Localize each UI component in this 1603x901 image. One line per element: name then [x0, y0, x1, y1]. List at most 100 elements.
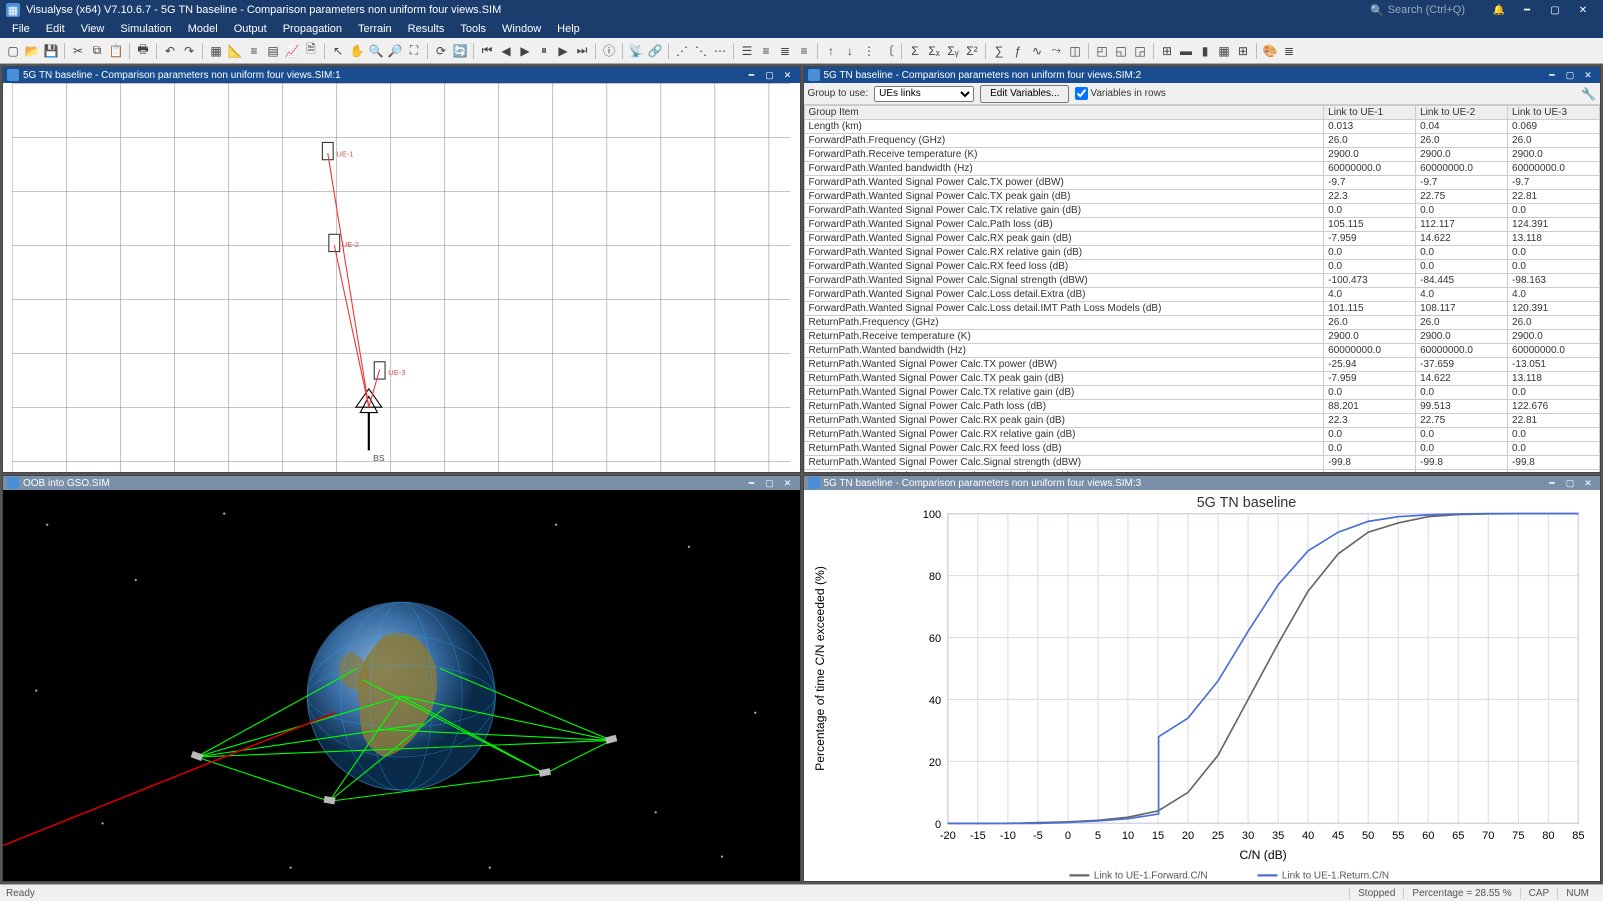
table-row[interactable]: ReturnPath.Wanted Signal Power Calc.RX f… — [804, 442, 1600, 456]
toolbar-palette-icon[interactable]: 🎨 — [1261, 42, 1279, 60]
toolbar-redo-icon[interactable]: ↷ — [180, 42, 198, 60]
edit-variables-button[interactable]: Edit Variables... — [980, 85, 1069, 103]
toolbar-paste-icon[interactable]: 📋 — [107, 42, 125, 60]
menu-terrain[interactable]: Terrain — [350, 23, 400, 35]
maximize-button[interactable]: ▢ — [1541, 0, 1569, 20]
toolbar-rotate-icon[interactable]: ⟳ — [432, 42, 450, 60]
globe-canvas[interactable] — [3, 490, 800, 882]
pane-close[interactable]: ✕ — [1580, 476, 1596, 490]
table-row[interactable]: ReturnPath.Wanted Signal Power Calc.TX r… — [804, 386, 1600, 400]
menu-output[interactable]: Output — [226, 23, 275, 35]
toolbar-cursor-icon[interactable]: ↖ — [329, 42, 347, 60]
toolbar-func-icon[interactable]: ƒ — [1009, 42, 1027, 60]
toolbar-copy-icon[interactable]: ⧉ — [88, 42, 106, 60]
toolbar-play-icon[interactable]: ▶ — [516, 42, 534, 60]
toolbar-grid4-icon[interactable]: ⊞ — [1234, 42, 1252, 60]
toolbar-antenna-icon[interactable]: 📡 — [627, 42, 645, 60]
vars-in-rows-input[interactable] — [1075, 87, 1088, 100]
table-row[interactable]: ForwardPath.Wanted Signal Power Calc.RX … — [804, 232, 1600, 246]
menu-simulation[interactable]: Simulation — [112, 23, 179, 35]
toolbar-grid-icon[interactable]: ▦ — [207, 42, 225, 60]
toolbar-win2-icon[interactable]: ◱ — [1112, 42, 1130, 60]
table-row[interactable]: ForwardPath.Frequency (GHz)26.026.026.0 — [804, 134, 1600, 148]
toolbar-tile-v-icon[interactable]: ▮ — [1196, 42, 1214, 60]
toolbar-hand-icon[interactable]: ✋ — [348, 42, 366, 60]
table-row[interactable]: ForwardPath.Wanted Signal Power Calc.TX … — [804, 176, 1600, 190]
table-header[interactable]: Link to UE-1 — [1324, 106, 1416, 120]
toolbar-list2-icon[interactable]: ☰ — [738, 42, 756, 60]
menu-propagation[interactable]: Propagation — [275, 23, 350, 35]
toolbar-sigma-x-icon[interactable]: Σₓ — [925, 42, 943, 60]
grid-canvas[interactable]: BS UE-3 UE-2 UE-1 — [3, 83, 800, 472]
menu-help[interactable]: Help — [549, 23, 588, 35]
toolbar-pause-icon[interactable]: ⏸ — [535, 42, 553, 60]
wrench-icon[interactable]: 🔧 — [1581, 87, 1596, 101]
table-header[interactable]: Link to UE-2 — [1416, 106, 1508, 120]
toolbar-cut-icon[interactable]: ✂ — [69, 42, 87, 60]
toolbar-step-back-icon[interactable]: ◀ — [497, 42, 515, 60]
toolbar-step-fwd-icon[interactable]: ▶ — [554, 42, 572, 60]
pane-close[interactable]: ✕ — [780, 476, 796, 490]
toolbar-mesh3-icon[interactable]: ⋯ — [711, 42, 729, 60]
toolbar-sigma-xy-icon[interactable]: Σ² — [963, 42, 981, 60]
toolbar-bracket-icon[interactable]: 〔 — [879, 42, 897, 60]
table-row[interactable]: ReturnPath.Receive temperature (K)2900.0… — [804, 330, 1600, 344]
table-row[interactable]: ReturnPath.Wanted Signal Power Calc.Sign… — [804, 456, 1600, 470]
pane-maximize[interactable]: ▢ — [762, 68, 778, 82]
table-row[interactable]: ForwardPath.Wanted Signal Power Calc.Los… — [804, 288, 1600, 302]
group-select[interactable]: UEs links — [874, 86, 974, 102]
table-row[interactable]: ForwardPath.Wanted Signal Power Calc.Los… — [804, 302, 1600, 316]
data-table[interactable]: Group ItemLink to UE-1Link to UE-2Link t… — [804, 105, 1601, 472]
toolbar-align-r-icon[interactable]: ≡ — [795, 42, 813, 60]
table-row[interactable]: ForwardPath.Wanted Signal Power Calc.TX … — [804, 190, 1600, 204]
table-row[interactable]: ReturnPath.Wanted Signal Power Calc.Loss… — [804, 470, 1600, 473]
menu-view[interactable]: View — [73, 23, 113, 35]
table-row[interactable]: ReturnPath.Wanted bandwidth (Hz)60000000… — [804, 344, 1600, 358]
table-row[interactable]: ReturnPath.Wanted Signal Power Calc.Path… — [804, 400, 1600, 414]
toolbar-doc-icon[interactable]: 🗎 — [302, 42, 320, 60]
toolbar-win3-icon[interactable]: ◲ — [1131, 42, 1149, 60]
table-row[interactable]: ForwardPath.Wanted bandwidth (Hz)6000000… — [804, 162, 1600, 176]
toolbar-mesh1-icon[interactable]: ⋰ — [673, 42, 691, 60]
table-row[interactable]: ForwardPath.Wanted Signal Power Calc.TX … — [804, 204, 1600, 218]
table-header[interactable]: Group Item — [804, 106, 1324, 120]
table-row[interactable]: ForwardPath.Wanted Signal Power Calc.Pat… — [804, 218, 1600, 232]
toolbar-info-icon[interactable]: ⓘ — [600, 42, 618, 60]
pane-maximize[interactable]: ▢ — [762, 476, 778, 490]
chart-canvas[interactable]: 5G TN baseline-20-15-10-5051015202530354… — [804, 490, 1601, 882]
notify-icon[interactable]: 🔔 — [1485, 0, 1513, 20]
table-row[interactable]: ReturnPath.Wanted Signal Power Calc.TX p… — [804, 372, 1600, 386]
pane-minimize[interactable]: ━ — [744, 68, 760, 82]
toolbar-list-icon[interactable]: ≡ — [245, 42, 263, 60]
toolbar-align-c-icon[interactable]: ≣ — [776, 42, 794, 60]
toolbar-chart-icon[interactable]: 📈 — [283, 42, 301, 60]
menu-tools[interactable]: Tools — [452, 23, 494, 35]
table-row[interactable]: ReturnPath.Wanted Signal Power Calc.RX r… — [804, 428, 1600, 442]
pane-close[interactable]: ✕ — [1580, 68, 1596, 82]
menu-window[interactable]: Window — [494, 23, 549, 35]
toolbar-align-l-icon[interactable]: ≡ — [757, 42, 775, 60]
global-search[interactable]: 🔍 Search (Ctrl+Q) — [1370, 4, 1465, 17]
toolbar-skip-fwd-icon[interactable]: ⏭ — [573, 42, 591, 60]
toolbar-group-icon[interactable]: ⊞ — [1158, 42, 1176, 60]
pane-minimize[interactable]: ━ — [744, 476, 760, 490]
menu-results[interactable]: Results — [400, 23, 453, 35]
toolbar-tiles-icon[interactable]: ▦ — [1215, 42, 1233, 60]
toolbar-layers-icon[interactable]: ≣ — [1280, 42, 1298, 60]
toolbar-win1-icon[interactable]: ◰ — [1093, 42, 1111, 60]
minimize-button[interactable]: ━ — [1513, 0, 1541, 20]
table-row[interactable]: ForwardPath.Wanted Signal Power Calc.RX … — [804, 246, 1600, 260]
toolbar-zoom-fit-icon[interactable]: ⛶ — [405, 42, 423, 60]
toolbar-curve-icon[interactable]: ∿ — [1028, 42, 1046, 60]
menu-file[interactable]: File — [4, 23, 38, 35]
table-row[interactable]: ForwardPath.Wanted Signal Power Calc.Sig… — [804, 274, 1600, 288]
toolbar-tile-h-icon[interactable]: ▬ — [1177, 42, 1195, 60]
pane-close[interactable]: ✕ — [780, 68, 796, 82]
toolbar-refresh-icon[interactable]: 🔄 — [451, 42, 469, 60]
toolbar-chart2-icon[interactable]: ◫ — [1066, 42, 1084, 60]
vars-in-rows-checkbox[interactable]: Variables in rows — [1075, 87, 1165, 100]
toolbar-zoom-in-icon[interactable]: 🔍 — [367, 42, 385, 60]
toolbar-skip-back-icon[interactable]: ⏮ — [478, 42, 496, 60]
toolbar-new-icon[interactable]: ▢ — [4, 42, 22, 60]
table-row[interactable]: ReturnPath.Frequency (GHz)26.026.026.0 — [804, 316, 1600, 330]
